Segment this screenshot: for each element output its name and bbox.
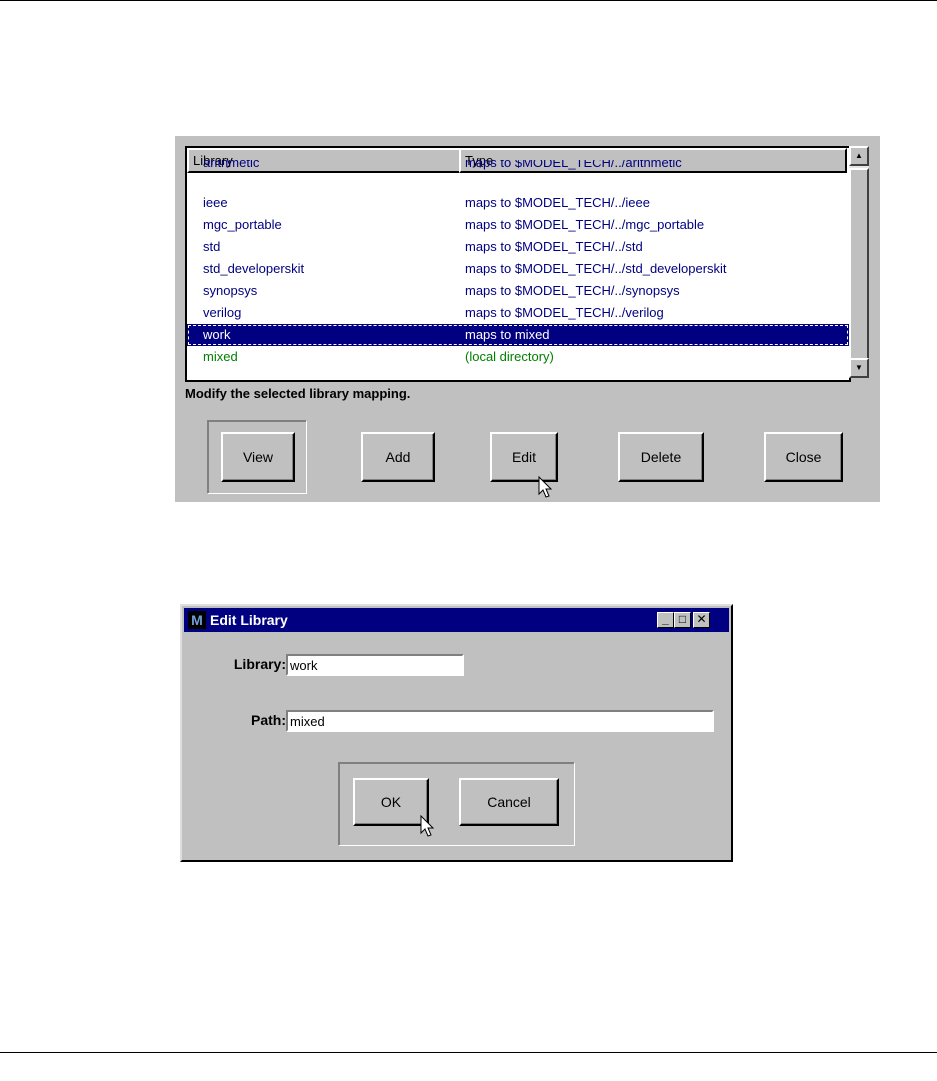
library-name: synopsys: [203, 283, 258, 298]
scroll-down-arrow-icon[interactable]: ▼: [849, 358, 869, 378]
list-item[interactable]: arithmetic maps to $MODEL_TECH/../arithm…: [187, 160, 849, 172]
mouse-pointer-icon: [538, 476, 553, 498]
library-name: mixed: [203, 349, 238, 364]
modelsim-icon: M: [188, 611, 206, 629]
library-name: ieee: [203, 195, 228, 210]
library-type: maps to mixed: [465, 327, 550, 342]
edit-button[interactable]: Edit: [490, 432, 558, 482]
library-type: maps to $MODEL_TECH/../mgc_portable: [465, 217, 705, 232]
library-name: mgc_portable: [203, 217, 282, 232]
mouse-pointer-icon: [420, 815, 435, 837]
edit-library-dialog: M Edit Library _ □ ✕ Library: Path: OK C…: [180, 604, 733, 862]
library-name: std: [203, 239, 221, 254]
library-name: arithmetic: [203, 160, 260, 170]
delete-button[interactable]: Delete: [618, 432, 704, 482]
library-type: maps to $MODEL_TECH/../synopsys: [465, 283, 680, 298]
top-rule: [0, 0, 937, 1]
ok-button[interactable]: OK: [353, 778, 429, 826]
library-type: maps to $MODEL_TECH/../arithmetic: [465, 160, 682, 170]
dialog-title: Edit Library: [210, 612, 288, 628]
list-item[interactable]: synopsys maps to $MODEL_TECH/../synopsys: [187, 280, 849, 302]
list-item[interactable]: verilog maps to $MODEL_TECH/../verilog: [187, 302, 849, 324]
close-icon[interactable]: ✕: [693, 612, 710, 628]
library-type: maps to $MODEL_TECH/../verilog: [465, 305, 664, 320]
scroll-up-arrow-icon[interactable]: ▲: [849, 146, 869, 166]
library-type: maps to $MODEL_TECH/../std_developerskit: [465, 261, 727, 276]
view-button[interactable]: View: [221, 432, 295, 482]
list-item[interactable]: mixed (local directory): [187, 346, 849, 368]
document-page: Library Type arithmetic maps to $MODEL_T…: [0, 0, 937, 1081]
close-button[interactable]: Close: [764, 432, 843, 482]
library-name: std_developerskit: [203, 261, 305, 276]
status-text: Modify the selected library mapping.: [185, 386, 411, 401]
maximize-icon[interactable]: □: [674, 612, 691, 628]
list-item[interactable]: ieee maps to $MODEL_TECH/../ieee: [187, 192, 849, 214]
library-field-label: Library:: [233, 656, 286, 672]
minimize-icon[interactable]: _: [657, 612, 674, 628]
list-item[interactable]: mgc_portable maps to $MODEL_TECH/../mgc_…: [187, 214, 849, 236]
list-scrollbar[interactable]: ▲ ▼: [849, 146, 869, 378]
list-item-selected[interactable]: work maps to mixed: [187, 324, 849, 346]
library-type: maps to $MODEL_TECH/../std: [465, 239, 643, 254]
library-browser-panel: Library Type arithmetic maps to $MODEL_T…: [175, 136, 880, 502]
bottom-rule: [0, 1052, 937, 1053]
library-type: maps to $MODEL_TECH/../ieee: [465, 195, 650, 210]
library-list[interactable]: Library Type arithmetic maps to $MODEL_T…: [185, 146, 851, 382]
path-field-label: Path:: [251, 712, 286, 728]
cancel-button[interactable]: Cancel: [459, 778, 559, 826]
list-item[interactable]: std maps to $MODEL_TECH/../std: [187, 236, 849, 258]
add-button[interactable]: Add: [361, 432, 435, 482]
path-field[interactable]: [286, 710, 714, 732]
library-field[interactable]: [286, 654, 464, 676]
library-type: (local directory): [465, 349, 554, 364]
list-item[interactable]: std_developerskit maps to $MODEL_TECH/..…: [187, 258, 849, 280]
library-name: work: [203, 327, 231, 342]
library-name: verilog: [203, 305, 242, 320]
scroll-thumb[interactable]: [849, 168, 869, 360]
dialog-titlebar[interactable]: M Edit Library _ □ ✕: [184, 608, 729, 632]
